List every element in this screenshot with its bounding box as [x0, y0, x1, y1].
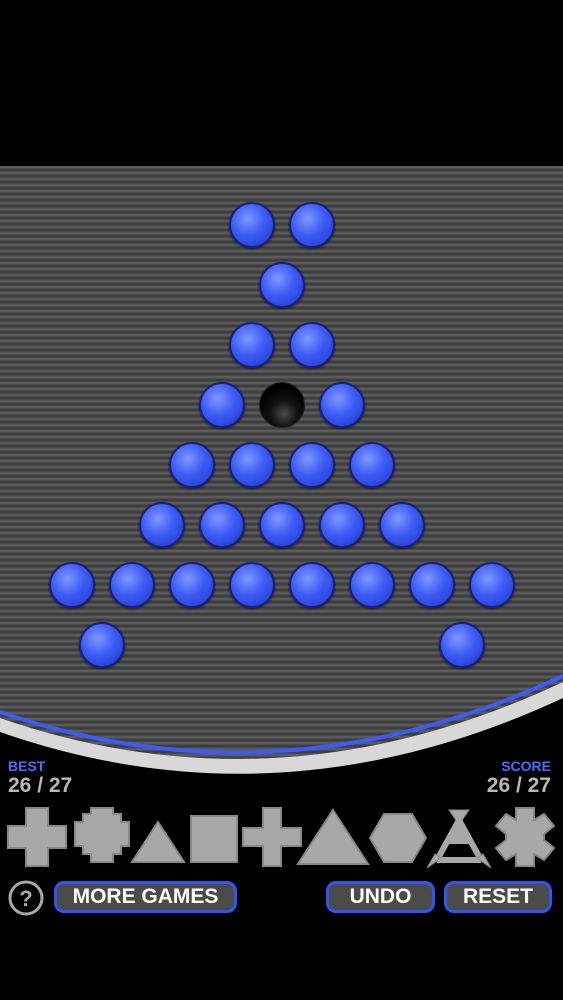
peg[interactable] [169, 562, 215, 608]
peg[interactable] [109, 562, 155, 608]
peg[interactable] [169, 442, 215, 488]
small-triangle-shape-icon[interactable] [130, 820, 186, 864]
best-value: 26 / 27 [8, 774, 73, 797]
peg[interactable] [349, 442, 395, 488]
peg[interactable] [439, 622, 485, 668]
peg[interactable] [229, 562, 275, 608]
tripod-shape-icon[interactable] [423, 806, 495, 872]
shape-selector-row [0, 800, 563, 870]
octagon-shape-icon[interactable] [73, 806, 131, 864]
peg[interactable] [199, 502, 245, 548]
peg[interactable] [49, 562, 95, 608]
peg[interactable] [289, 562, 335, 608]
game-board [0, 166, 563, 776]
peg[interactable] [229, 442, 275, 488]
plus-shape-icon[interactable] [241, 806, 303, 868]
peg[interactable] [289, 202, 335, 248]
peg[interactable] [319, 382, 365, 428]
help-button[interactable]: ? [7, 879, 45, 917]
empty-hole[interactable] [259, 382, 305, 428]
peg[interactable] [409, 562, 455, 608]
score-value: 26 / 27 [486, 774, 551, 797]
peg[interactable] [289, 442, 335, 488]
asterisk-shape-icon[interactable] [490, 806, 560, 868]
hexagon-shape-icon[interactable] [368, 812, 428, 864]
peg[interactable] [289, 322, 335, 368]
best-label: BEST [8, 758, 46, 774]
help-icon: ? [19, 886, 32, 911]
peg[interactable] [259, 262, 305, 308]
more-games-button[interactable]: MORE GAMES [54, 881, 237, 913]
large-triangle-shape-icon[interactable] [296, 808, 370, 866]
peg[interactable] [79, 622, 125, 668]
peg[interactable] [349, 562, 395, 608]
peg[interactable] [199, 382, 245, 428]
peg[interactable] [379, 502, 425, 548]
peg[interactable] [139, 502, 185, 548]
reset-button[interactable]: RESET [444, 881, 552, 913]
peg[interactable] [469, 562, 515, 608]
peg[interactable] [259, 502, 305, 548]
peg[interactable] [229, 202, 275, 248]
peg[interactable] [229, 322, 275, 368]
score-label: SCORE [501, 758, 551, 774]
cross-shape-icon[interactable] [6, 806, 68, 868]
square-shape-icon[interactable] [189, 814, 239, 864]
peg[interactable] [319, 502, 365, 548]
undo-button[interactable]: UNDO [326, 881, 435, 913]
